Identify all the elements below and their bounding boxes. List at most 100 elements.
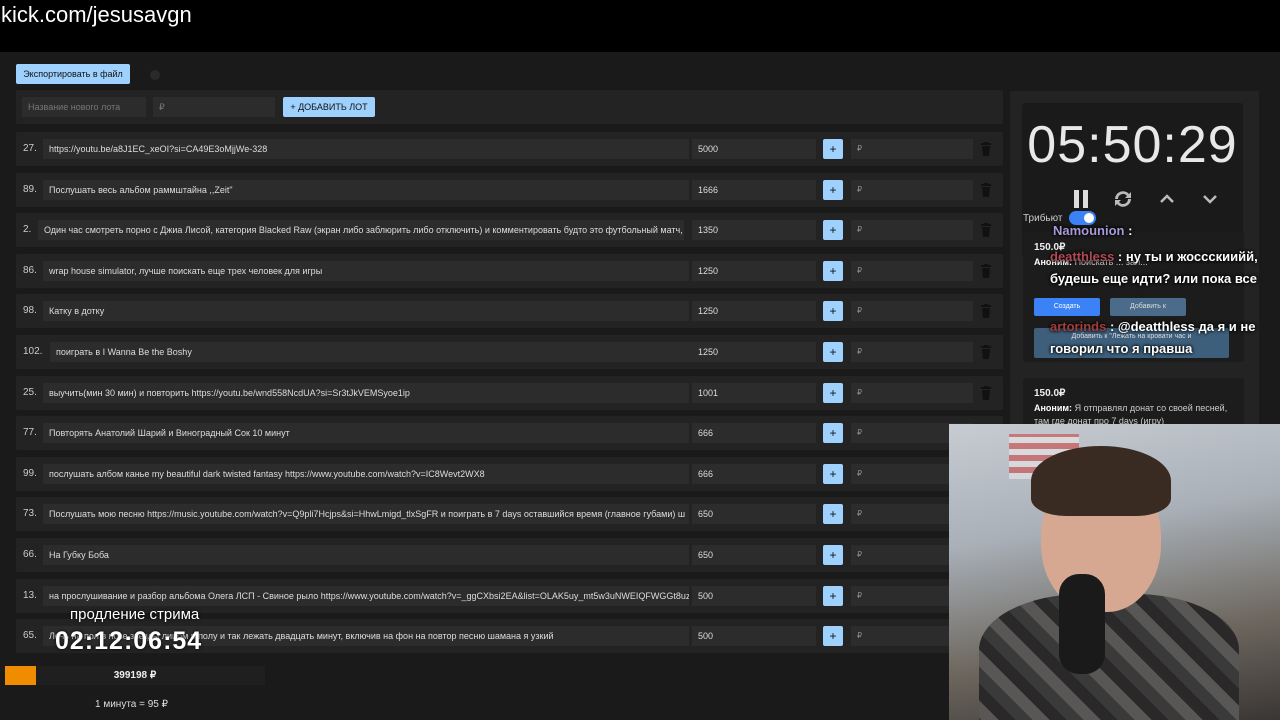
add-amount-button[interactable]: + [823,463,843,484]
trash-icon[interactable] [980,182,992,197]
lot-number: 27. [23,143,37,154]
reset-icon[interactable] [1111,187,1135,211]
microphone [1059,574,1105,674]
add-amount-button[interactable]: + [823,139,843,159]
extra-amount-input[interactable]: ₽ [851,342,973,362]
new-lot-name-input[interactable] [22,97,146,117]
add-amount-button[interactable]: + [823,545,843,565]
new-lot-amount-input[interactable] [153,97,275,117]
lot-number: 65. [23,630,37,642]
chat-message: artorinds : @deatthless да я и не говори… [1050,316,1280,360]
lot-number: 102. [23,346,43,357]
lot-amount-input[interactable]: 1350 [692,220,816,241]
add-amount-button[interactable]: + [823,382,843,403]
add-amount-button[interactable]: + [823,220,843,241]
donation-author: Аноним: [1034,403,1073,413]
chat-message: deatthless : ну ты и жоссскиийй, будешь … [1050,246,1276,290]
extension-rate: 1 минута = 95 ₽ [95,699,169,710]
lot-amount-input[interactable]: 1666 [692,179,816,200]
lot-title-input[interactable]: wrap house simulator, лучше поискать еще… [43,260,689,281]
add-amount-button[interactable]: + [823,585,843,606]
trash-icon[interactable] [980,345,992,359]
lot-title-input[interactable]: Один час смотреть порно с Джиа Лисой, ка… [38,220,684,241]
auction-timer: 05:50:29 [1027,116,1238,174]
add-amount-button[interactable]: + [823,626,843,647]
lot-title-input[interactable]: поиграть в I Wanna Be the Boshy [50,342,696,362]
chat-text: : [1124,223,1133,238]
add-amount-button[interactable]: + [823,260,843,281]
lot-row: 98. Катку в дотку 1250 + ₽ [16,294,1003,329]
lot-title-input[interactable]: послушать албом канье my beautiful dark … [43,463,689,484]
extra-amount-input[interactable]: ₽ [851,301,973,322]
extra-amount-input[interactable]: ₽ [851,139,973,159]
lot-amount-input[interactable]: 650 [692,504,816,525]
lot-row: 86. wrap house simulator, лучше поискать … [16,253,1003,288]
trash-icon[interactable] [980,263,992,278]
add-amount-button[interactable]: + [823,301,843,322]
streamer-shirt [979,594,1239,720]
lot-amount-input[interactable]: 1001 [692,382,816,403]
chevron-down-icon[interactable] [1198,187,1222,211]
lot-row: 102. поиграть в I Wanna Be the Boshy 1250 +… [16,335,1003,369]
lot-row: 27. https://youtu.be/a8J1EC_xeOI?si=CA49E… [16,132,1003,166]
trash-icon[interactable] [980,385,992,400]
add-amount-button[interactable]: + [823,342,843,362]
lot-number: 89. [23,183,37,195]
lot-number: 98. [23,305,37,317]
chevron-up-icon[interactable] [1155,187,1179,211]
donation-total: 399198 ₽ [113,670,157,681]
lot-title-input[interactable]: на прослушивание и разбор альбома Олега … [43,585,689,606]
lot-row: 66. На Губку Боба 650 + ₽ [16,538,1003,572]
extension-label: продление стрима [70,606,200,623]
lot-title-input[interactable]: выучить(мин 30 мин) и повторить https://… [43,382,689,403]
export-button[interactable]: Экспортировать в файл [16,64,130,84]
chat-overlay: Namounion : deatthless : ну ты и жоссски… [1048,222,1280,362]
lot-title-input[interactable]: Послушать весь альбом раммштайна ,,Zeit" [43,179,689,200]
pause-icon[interactable] [1069,187,1093,211]
lot-row: 25. выучить(мин 30 мин) и повторить https… [16,375,1003,410]
lot-number: 25. [23,386,37,398]
lot-amount-input[interactable]: 500 [692,626,816,647]
lot-amount-input[interactable]: 1250 [692,260,816,281]
chat-username: artorinds [1050,319,1107,334]
trash-icon[interactable] [980,142,992,156]
lot-row: 73. Послушать мою песню https://music.you… [16,497,1003,532]
add-lot-button[interactable]: + ДОБАВИТЬ ЛОТ [283,97,375,117]
lot-number: 2. [23,224,32,236]
lot-title-input[interactable]: Послушать мою песню https://music.youtub… [43,504,689,525]
lot-amount-input[interactable]: 1250 [692,301,816,322]
browser-url: kick.com/jesusavgn [1,2,192,27]
lot-title-input[interactable]: Повторять Анатолий Шарий и Виноградный С… [43,423,689,444]
lot-number: 66. [23,549,37,560]
extra-amount-input[interactable]: ₽ [851,179,973,200]
donation-progress-bar: 399198 ₽ [5,666,265,685]
lot-number: 77. [23,427,37,439]
lot-amount-input[interactable]: 1250 [692,342,816,362]
lot-amount-input[interactable]: 666 [692,423,816,444]
lot-amount-input[interactable]: 5000 [692,139,816,159]
lot-title-input[interactable]: На Губку Боба [43,545,689,565]
extra-amount-input[interactable]: ₽ [851,220,973,241]
chat-message: Namounion : [1053,220,1132,242]
lot-title-input[interactable]: Катку в дотку [43,301,689,322]
trash-icon[interactable] [980,304,992,319]
extra-amount-input[interactable]: ₽ [851,382,973,403]
lot-amount-input[interactable]: 650 [692,545,816,565]
lot-number: 99. [23,467,37,479]
export-settings-icon[interactable] [150,70,160,80]
webcam-feed [949,424,1280,720]
lot-amount-input[interactable]: 666 [692,463,816,484]
extra-amount-input[interactable]: ₽ [851,260,973,281]
lot-row: 89. Послушать весь альбом раммштайна ,,Ze… [16,172,1003,207]
lot-row: 77. Повторять Анатолий Шарий и Виноградны… [16,416,1003,451]
lot-number: 13. [23,589,37,601]
lot-number: 73. [23,508,37,520]
add-amount-button[interactable]: + [823,504,843,525]
lot-title-input[interactable]: https://youtu.be/a8J1EC_xeOI?si=CA49E3oM… [43,139,689,159]
add-amount-button[interactable]: + [823,179,843,200]
add-amount-button[interactable]: + [823,423,843,444]
streamer-hair [1031,446,1171,516]
lot-row: 99. послушать албом канье my beautiful da… [16,456,1003,491]
lot-amount-input[interactable]: 500 [692,585,816,606]
trash-icon[interactable] [980,223,992,238]
